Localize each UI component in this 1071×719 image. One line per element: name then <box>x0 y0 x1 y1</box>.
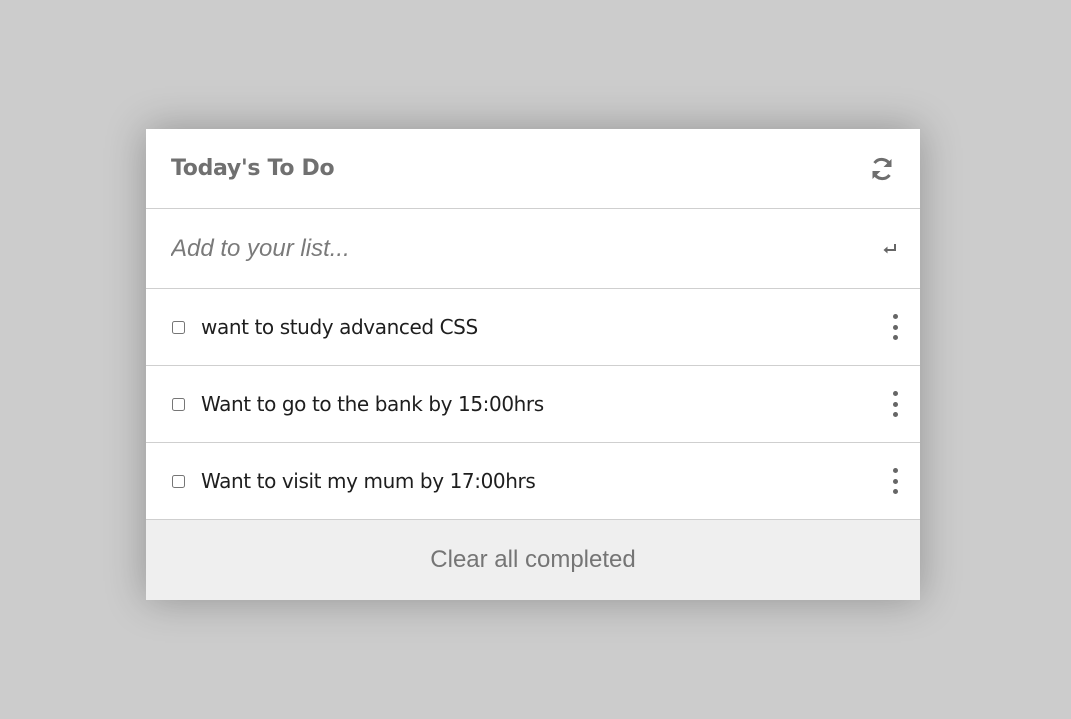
todo-text: want to study advanced CSS <box>201 315 478 339</box>
more-options-icon[interactable] <box>890 468 900 494</box>
todo-card: Today's To Do want to study advanced CSS <box>146 129 920 600</box>
refresh-icon[interactable] <box>868 155 896 183</box>
todo-checkbox[interactable] <box>172 397 185 411</box>
list-item: Want to go to the bank by 15:00hrs <box>146 366 920 443</box>
todo-checkbox[interactable] <box>172 320 185 334</box>
more-options-icon[interactable] <box>890 314 900 340</box>
list-item: want to study advanced CSS <box>146 289 920 366</box>
add-item-input[interactable] <box>171 234 880 263</box>
enter-icon[interactable] <box>880 239 900 259</box>
more-options-icon[interactable] <box>890 391 900 417</box>
clear-completed-button[interactable]: Clear all completed <box>146 520 920 600</box>
todo-header: Today's To Do <box>146 129 920 209</box>
todo-list: want to study advanced CSS Want to go to… <box>146 289 920 520</box>
page-title: Today's To Do <box>171 156 335 181</box>
todo-text: Want to visit my mum by 17:00hrs <box>201 469 536 493</box>
add-row <box>146 209 920 289</box>
list-item: Want to visit my mum by 17:00hrs <box>146 443 920 520</box>
todo-checkbox[interactable] <box>172 474 185 488</box>
todo-text: Want to go to the bank by 15:00hrs <box>201 392 544 416</box>
